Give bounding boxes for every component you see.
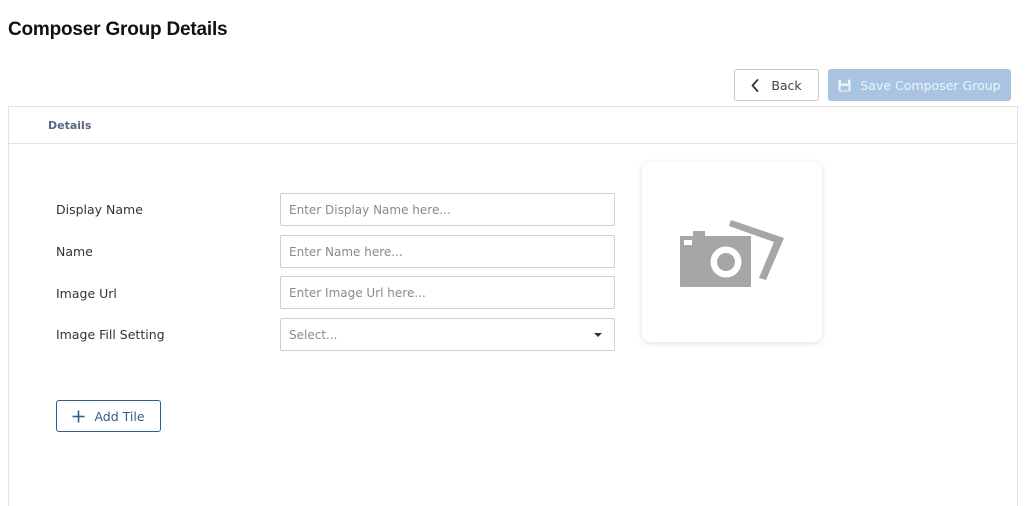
- name-input[interactable]: [280, 235, 615, 268]
- caret-down-icon: [594, 332, 602, 337]
- add-tile-button[interactable]: Add Tile: [56, 400, 161, 432]
- save-composer-group-button[interactable]: Save Composer Group: [828, 69, 1011, 101]
- save-button-label: Save Composer Group: [860, 77, 1001, 93]
- name-label: Name: [56, 244, 93, 259]
- image-url-input[interactable]: [280, 276, 615, 309]
- back-button[interactable]: Back: [734, 69, 819, 101]
- display-name-input[interactable]: [280, 193, 615, 226]
- select-placeholder: Select...: [289, 327, 338, 342]
- chevron-left-icon: [751, 78, 759, 92]
- plus-icon: [72, 410, 85, 422]
- page-title: Composer Group Details: [8, 19, 228, 40]
- save-icon: [838, 79, 851, 91]
- image-fill-setting-select[interactable]: Select...: [280, 318, 615, 351]
- image-fill-setting-label: Image Fill Setting: [56, 327, 165, 342]
- tab-details[interactable]: Details: [48, 119, 91, 132]
- image-preview: [642, 162, 822, 342]
- tab-bar: Details: [9, 107, 1017, 144]
- display-name-label: Display Name: [56, 202, 143, 217]
- camera-placeholder-icon: [680, 220, 784, 287]
- image-url-label: Image Url: [56, 286, 117, 301]
- add-tile-label: Add Tile: [94, 408, 145, 424]
- back-button-label: Back: [771, 77, 802, 93]
